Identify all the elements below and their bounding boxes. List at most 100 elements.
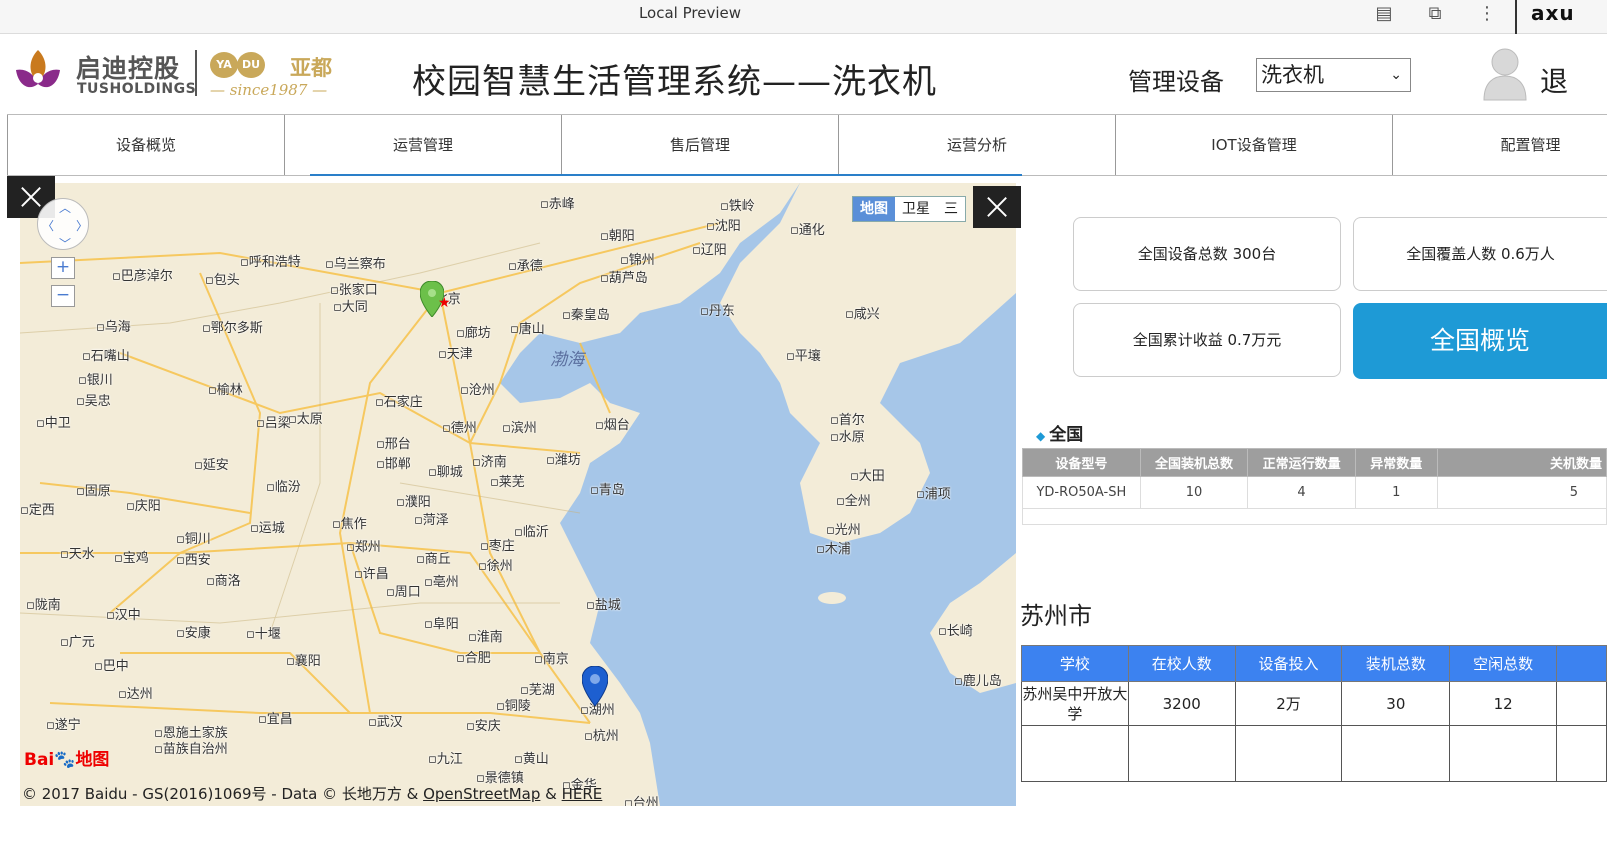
tusholdings-logo-icon — [16, 50, 60, 88]
stat-covered-people: 全国覆盖人数 0.6万人 — [1353, 217, 1607, 291]
logo-en-text: TUSHOLDINGS — [77, 81, 197, 97]
table-row: 苏州吴中开放大学 3200 2万 30 12 — [1021, 681, 1607, 726]
map-city-label: ▫周口 — [386, 585, 421, 600]
pan-down-icon[interactable]: ﹀ — [59, 235, 71, 252]
map-city-label: ▫水原 — [830, 430, 865, 445]
map-city-label: ▫安庆 — [466, 719, 501, 734]
osm-link[interactable]: OpenStreetMap — [423, 785, 540, 803]
map-city-label: ▫包头 — [205, 273, 240, 288]
map-city-label: ▫铁岭 — [720, 199, 755, 214]
map-type-satellite[interactable]: 卫星 — [895, 197, 937, 221]
stat-total-income: 全国累计收益 0.7万元 — [1073, 303, 1341, 377]
map-city-label: ▫朝阳 — [600, 229, 635, 244]
chevron-down-icon: ⌄ — [1390, 67, 1402, 83]
nav-item-iot-device[interactable]: IOT设备管理 — [1115, 115, 1392, 175]
yadu-bubble: YA — [210, 52, 238, 78]
zoom-in-button[interactable]: + — [51, 257, 75, 279]
map-city-label: ▫临沂 — [514, 525, 549, 540]
map-marker-blue-icon[interactable] — [582, 666, 608, 706]
map-city-label: ▫郑州 — [346, 540, 381, 555]
map-type-3d[interactable]: 三 — [937, 197, 965, 221]
map-city-label: ▫天津 — [438, 347, 473, 362]
here-link[interactable]: HERE — [562, 785, 603, 803]
map-city-label: ▫沈阳 — [706, 219, 741, 234]
map-pan-control[interactable]: ︿ ﹀ 〈 〉 — [37, 198, 89, 252]
national-section-title: ◆ 全国 — [1036, 420, 1083, 445]
map-city-label: ▫阜阳 — [424, 617, 459, 632]
paw-icon: 🐾 — [54, 750, 76, 770]
map-city-label: ▫广元 — [60, 635, 95, 650]
zoom-out-button[interactable]: − — [51, 285, 75, 307]
map-city-label: ▫平壤 — [786, 349, 821, 364]
table-row — [1021, 725, 1607, 782]
device-select[interactable]: 洗衣机 ⌄ — [1256, 58, 1411, 92]
national-device-table: 设备型号 全国装机总数 正常运行数量 异常数量 关机数量 YD-RO50A-SH… — [1022, 448, 1607, 525]
table-cell — [1234, 725, 1343, 782]
city-title: 苏州市 — [1020, 602, 1092, 630]
map-city-label: ▫大同 — [333, 300, 368, 315]
manage-device-label: 管理设备 — [1128, 68, 1224, 96]
table-cell — [1127, 725, 1236, 782]
map-copyright: © 2017 Baidu - GS(2016)1069号 - Data © 长地… — [22, 783, 602, 804]
table-cell: 5 — [1436, 476, 1607, 509]
nav-item-device-overview[interactable]: 设备概览 — [7, 115, 284, 175]
map-city-label: ▫乌海 — [96, 320, 131, 335]
map-city-label: ▫德州 — [442, 421, 477, 436]
map-city-label: ▫淮南 — [468, 630, 503, 645]
map-city-label: ▫宜昌 — [258, 712, 293, 727]
table-cell — [1022, 508, 1607, 525]
logout-link[interactable]: 退 — [1540, 60, 1568, 100]
notes-icon[interactable]: ▤ — [1373, 3, 1395, 25]
map-city-label: ▫锦州 — [620, 253, 655, 268]
map-city-label: ▫葫芦岛 — [600, 271, 648, 286]
school-table: 学校 在校人数 设备投入 装机总数 空闲总数 苏州吴中开放大学 3200 2万 … — [1021, 645, 1607, 782]
pan-right-icon[interactable]: 〉 — [76, 217, 88, 234]
map-city-label: ▫杭州 — [584, 729, 619, 744]
close-icon[interactable]: × — [973, 186, 1021, 228]
map-city-label: ▫潍坊 — [546, 453, 581, 468]
table-header: 空闲总数 — [1449, 645, 1558, 682]
nav-item-operation-management[interactable]: 运营管理 — [284, 115, 561, 175]
table-header: 正常运行数量 — [1247, 448, 1356, 477]
baidu-map[interactable]: ▫赤峰 ▫铁岭 ▫沈阳 ▫通化 ▫朝阳 ▫辽阳 ▫呼和浩特 ▫乌兰察布 ▫锦州 ▫承德 ▫葫芦岛 ▫巴… — [20, 183, 1016, 806]
pan-left-icon[interactable]: 〈 — [42, 217, 54, 234]
map-type-switch: 地图 卫星 三 — [852, 196, 966, 222]
map-city-label: ▫济南 — [472, 455, 507, 470]
map-city-label: ▫吕梁 — [256, 416, 291, 431]
table-cell: 10 — [1139, 476, 1249, 509]
national-title-text: 全国 — [1049, 425, 1084, 445]
nav-active-underline — [310, 174, 1022, 176]
map-city-label: ▫焦作 — [332, 517, 367, 532]
table-cell: 2万 — [1234, 681, 1343, 726]
table-row — [1022, 508, 1607, 525]
capital-star-icon: ★ — [438, 295, 451, 311]
copyright-text: © 2017 Baidu - GS(2016)1069号 - Data © 长地… — [22, 785, 424, 803]
national-overview-button[interactable]: 全国概览 — [1353, 303, 1607, 379]
main-nav: 设备概览 运营管理 售后管理 运营分析 IOT设备管理 配置管理 — [7, 114, 1607, 176]
pan-up-icon[interactable]: ︿ — [59, 199, 71, 216]
copyright-amp: & — [540, 785, 562, 803]
external-link-icon[interactable]: ⧉ — [1424, 3, 1446, 25]
map-city-label: ▫木浦 — [816, 542, 851, 557]
map-city-label: ▫辽阳 — [692, 243, 727, 258]
map-type-map[interactable]: 地图 — [853, 197, 895, 221]
table-header: 设备投入 — [1234, 645, 1343, 682]
nav-item-config[interactable]: 配置管理 — [1392, 115, 1607, 175]
table-header: 异常数量 — [1354, 448, 1438, 477]
map-city-label: ▫邢台 — [376, 437, 411, 452]
nav-item-after-sales[interactable]: 售后管理 — [561, 115, 838, 175]
map-city-label: ▫安康 — [176, 626, 211, 641]
table-header-row: 设备型号 全国装机总数 正常运行数量 异常数量 关机数量 — [1022, 448, 1607, 477]
sea-label-bohai: 渤海 — [550, 350, 584, 370]
table-cell: 4 — [1247, 476, 1356, 509]
map-city-label: ▫西安 — [176, 553, 211, 568]
nav-item-operation-analysis[interactable]: 运营分析 — [838, 115, 1115, 175]
map-city-label: ▫银川 — [78, 373, 113, 388]
map-city-label: ▫石嘴山 — [82, 349, 130, 364]
table-header: 关机数量 — [1436, 448, 1607, 477]
logo-separator — [195, 50, 197, 96]
map-city-label: ▫定西 — [20, 503, 55, 518]
user-avatar-icon[interactable] — [1482, 46, 1528, 102]
yadu-logo: YA DU — [210, 52, 266, 78]
more-icon[interactable]: ⋮ — [1476, 3, 1498, 25]
